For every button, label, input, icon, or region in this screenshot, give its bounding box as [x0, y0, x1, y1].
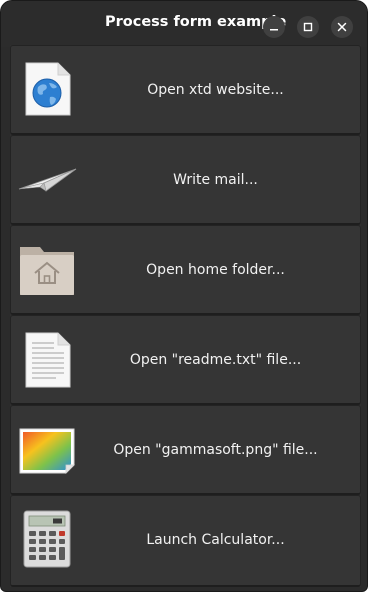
open-image-label: Open "gammasoft.png" file...: [113, 442, 318, 458]
open-website-label: Open xtd website...: [147, 82, 284, 98]
launch-calculator-button[interactable]: Launch Calculator...: [10, 495, 361, 587]
process-form-window: Process form example Open xtd website...…: [0, 0, 370, 595]
image-file-icon: [16, 419, 78, 481]
maximize-icon: [303, 22, 313, 32]
open-home-folder-button[interactable]: Open home folder...: [10, 225, 361, 315]
close-icon: [337, 22, 347, 32]
close-button[interactable]: [331, 16, 353, 38]
write-mail-button[interactable]: Write mail...: [10, 135, 361, 225]
open-readme-button[interactable]: Open "readme.txt" file...: [10, 315, 361, 405]
launch-calculator-label: Launch Calculator...: [146, 532, 285, 548]
title-bar[interactable]: Process form example: [1, 1, 367, 47]
open-home-folder-label: Open home folder...: [146, 262, 285, 278]
open-image-button[interactable]: Open "gammasoft.png" file...: [10, 405, 361, 495]
globe-document-icon: [16, 59, 78, 121]
paper-plane-icon: [16, 149, 78, 211]
home-folder-icon: [16, 239, 78, 301]
text-document-icon: [16, 329, 78, 391]
open-readme-label: Open "readme.txt" file...: [129, 352, 302, 368]
minimize-button[interactable]: [263, 16, 285, 38]
window-title: Process form example: [105, 14, 287, 30]
window-frame: Process form example Open xtd website...…: [0, 0, 368, 592]
write-mail-label: Write mail...: [173, 172, 258, 188]
minimize-icon: [270, 29, 278, 31]
button-panel: Open xtd website... Write mail... Open h…: [10, 45, 361, 587]
open-website-button[interactable]: Open xtd website...: [10, 45, 361, 135]
maximize-button[interactable]: [297, 16, 319, 38]
calculator-icon: [16, 509, 78, 571]
